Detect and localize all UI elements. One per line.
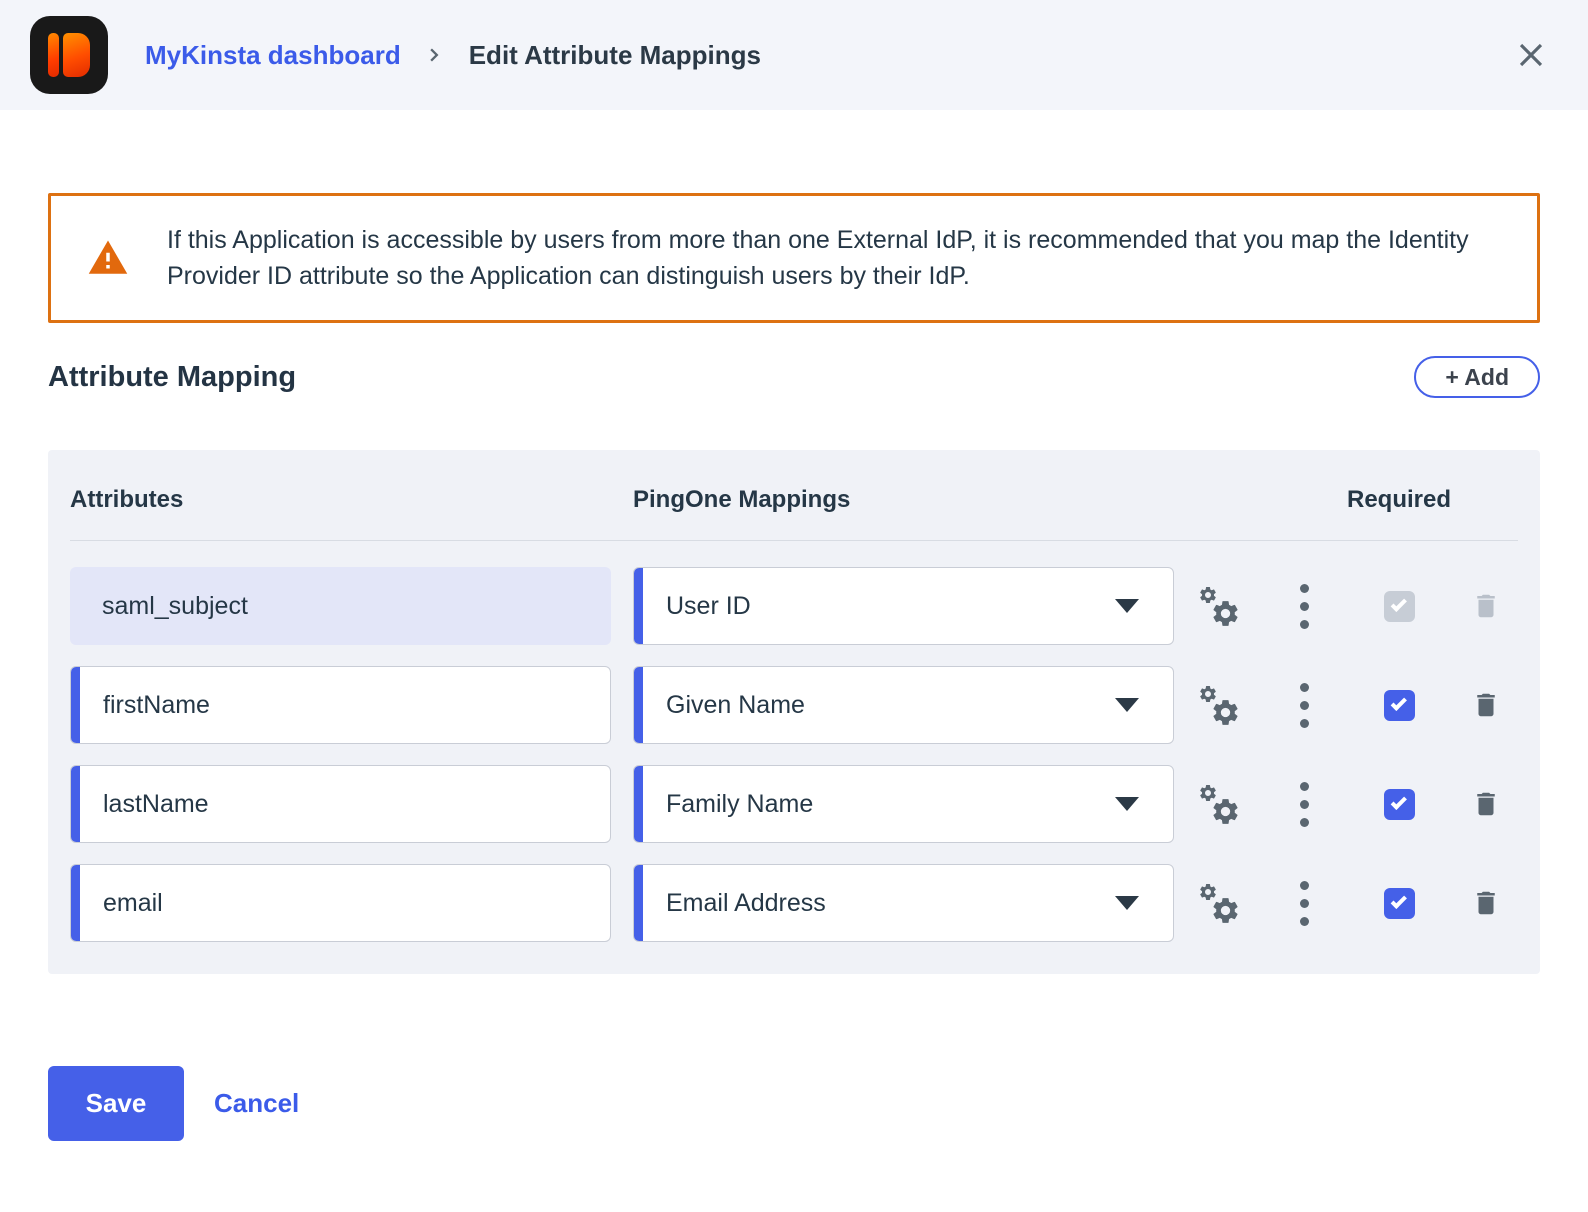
cancel-button[interactable]: Cancel xyxy=(214,1088,299,1119)
column-header-mappings: PingOne Mappings xyxy=(633,486,851,513)
warning-message: If this Application is accessible by use… xyxy=(167,226,1469,290)
required-checkbox[interactable] xyxy=(1383,887,1415,919)
dropdown-accent-bar xyxy=(634,667,643,743)
warning-triangle-icon xyxy=(85,237,131,279)
attribute-value: firstName xyxy=(103,690,210,719)
advanced-settings-button[interactable] xyxy=(1174,781,1264,827)
trash-icon xyxy=(1477,792,1495,816)
advanced-settings-button[interactable] xyxy=(1174,880,1264,926)
trash-icon xyxy=(1477,891,1495,915)
add-attribute-button[interactable]: + Add xyxy=(1414,356,1540,398)
advanced-settings-button[interactable] xyxy=(1174,682,1264,728)
mapping-selected-value: Family Name xyxy=(666,789,814,818)
section-title: Attribute Mapping xyxy=(48,360,297,393)
gears-icon xyxy=(1196,583,1242,629)
field-accent-bar xyxy=(71,865,80,941)
gears-icon xyxy=(1196,682,1242,728)
more-options-button[interactable] xyxy=(1264,877,1344,930)
chevron-down-icon xyxy=(1115,896,1139,910)
mapping-selected-value: Email Address xyxy=(666,888,826,917)
breadcrumb-app-link[interactable]: MyKinsta dashboard xyxy=(145,40,401,71)
attribute-value: saml_subject xyxy=(102,591,248,620)
trash-icon xyxy=(1477,594,1495,618)
attribute-value: email xyxy=(103,888,163,917)
chevron-down-icon xyxy=(1115,599,1139,613)
attribute-field[interactable]: firstName xyxy=(70,666,611,744)
mapping-dropdown[interactable]: Given Name xyxy=(633,666,1174,744)
required-checkbox[interactable] xyxy=(1383,788,1415,820)
table-row: lastName Family Name xyxy=(70,765,1518,843)
warning-banner: If this Application is accessible by use… xyxy=(48,193,1540,323)
more-options-button[interactable] xyxy=(1264,679,1344,732)
modal-body: If this Application is accessible by use… xyxy=(0,193,1588,1141)
more-options-button[interactable] xyxy=(1264,580,1344,633)
column-header-required: Required xyxy=(1346,486,1451,513)
kinsta-logo-mark xyxy=(63,33,90,77)
mapping-dropdown[interactable]: User ID xyxy=(633,567,1174,645)
delete-row-button xyxy=(1454,591,1518,621)
table-row: firstName Given Name xyxy=(70,666,1518,744)
gears-icon xyxy=(1196,880,1242,926)
close-icon[interactable] xyxy=(1508,32,1554,78)
table-row: saml_subject User ID xyxy=(70,567,1518,645)
kinsta-logo-mark xyxy=(48,33,59,77)
attribute-mapping-table: Attributes PingOne Mappings Required sam… xyxy=(48,450,1540,974)
mapping-selected-value: Given Name xyxy=(666,690,805,719)
field-accent-bar xyxy=(71,667,80,743)
mapping-dropdown[interactable]: Family Name xyxy=(633,765,1174,843)
required-checkbox xyxy=(1383,590,1415,622)
attribute-value: lastName xyxy=(103,789,209,818)
attribute-field: saml_subject xyxy=(70,567,611,645)
page-title: Edit Attribute Mappings xyxy=(468,39,761,70)
chevron-down-icon xyxy=(1115,698,1139,712)
trash-icon xyxy=(1477,693,1495,717)
dropdown-accent-bar xyxy=(634,865,643,941)
gears-icon xyxy=(1196,781,1242,827)
attribute-field[interactable]: lastName xyxy=(70,765,611,843)
save-button[interactable]: Save xyxy=(48,1066,184,1141)
table-row: email Email Address xyxy=(70,864,1518,942)
attribute-field[interactable]: email xyxy=(70,864,611,942)
kinsta-logo xyxy=(30,16,108,94)
chevron-right-icon xyxy=(421,41,449,69)
chevron-down-icon xyxy=(1115,797,1139,811)
form-actions: Save Cancel xyxy=(48,1066,1540,1141)
column-header-attributes: Attributes xyxy=(70,486,184,513)
delete-row-button[interactable] xyxy=(1454,789,1518,819)
breadcrumb: MyKinsta dashboard Edit Attribute Mappin… xyxy=(145,40,761,71)
mapping-dropdown[interactable]: Email Address xyxy=(633,864,1174,942)
more-options-button[interactable] xyxy=(1264,778,1344,831)
section-header: Attribute Mapping + Add xyxy=(48,356,1540,398)
required-checkbox[interactable] xyxy=(1383,689,1415,721)
table-header-row: Attributes PingOne Mappings Required xyxy=(70,476,1518,514)
delete-row-button[interactable] xyxy=(1454,690,1518,720)
advanced-settings-button[interactable] xyxy=(1174,583,1264,629)
modal-header: MyKinsta dashboard Edit Attribute Mappin… xyxy=(0,0,1588,110)
delete-row-button[interactable] xyxy=(1454,888,1518,918)
dropdown-accent-bar xyxy=(634,568,643,644)
table-header-divider xyxy=(70,540,1518,541)
mapping-selected-value: User ID xyxy=(666,591,751,620)
dropdown-accent-bar xyxy=(634,766,643,842)
field-accent-bar xyxy=(71,766,80,842)
